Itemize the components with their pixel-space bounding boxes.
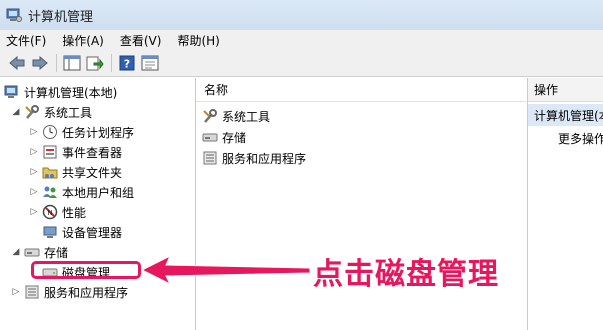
- menu-help[interactable]: 帮助(H): [177, 32, 219, 49]
- export-icon[interactable]: [84, 52, 106, 74]
- toolbar-separator: [111, 54, 112, 72]
- tree-item-event-viewer[interactable]: ▷ 事件查看器: [28, 142, 122, 162]
- collapse-triangle-icon[interactable]: ◢: [10, 247, 22, 257]
- window-title: 计算机管理: [28, 9, 94, 25]
- annotation-text: 点击磁盘管理: [313, 257, 499, 292]
- computer-management-icon: [4, 84, 20, 100]
- expand-triangle-icon[interactable]: ▷: [28, 207, 40, 217]
- actions-header-label: 操作: [534, 83, 559, 97]
- menu-view[interactable]: 查看(V): [120, 32, 162, 49]
- tree-item-shared-folders[interactable]: ▷ 共享文件夹: [28, 162, 122, 182]
- performance-icon: N: [42, 204, 58, 220]
- list-item[interactable]: 服务和应用程序: [202, 148, 306, 168]
- collapse-triangle-icon[interactable]: ◢: [10, 107, 22, 117]
- more-actions-label: 更多操作: [558, 132, 603, 146]
- list-item-label: 存储: [222, 130, 247, 145]
- storage-icon: [24, 244, 40, 260]
- properties-icon[interactable]: [139, 52, 161, 74]
- tree-label-task-scheduler: 任务计划程序: [62, 125, 135, 140]
- svg-text:N: N: [47, 209, 52, 217]
- highlight-box: [31, 261, 141, 279]
- svg-text:?: ?: [124, 58, 130, 71]
- expand-triangle-icon[interactable]: ▷: [28, 167, 40, 177]
- services-icon: [24, 284, 40, 300]
- expand-triangle-icon[interactable]: ▷: [28, 127, 40, 137]
- tree-label-event-viewer: 事件查看器: [62, 145, 123, 160]
- tree-item-system-tools[interactable]: ◢ 系统工具: [10, 102, 92, 122]
- expand-triangle-icon[interactable]: ▷: [28, 187, 40, 197]
- shared-folder-icon: [42, 164, 58, 180]
- more-actions-link[interactable]: 更多操作: [558, 130, 603, 147]
- tree-label-system-tools: 系统工具: [44, 105, 93, 120]
- tree-label-performance: 性能: [62, 205, 87, 220]
- tree-item-local-users[interactable]: ▷ 本地用户和组: [28, 182, 134, 202]
- tree-label-storage: 存储: [44, 245, 69, 260]
- tree-label-shared-folders: 共享文件夹: [62, 165, 123, 180]
- back-arrow-icon[interactable]: [6, 52, 28, 74]
- actions-pane: 操作 计算机管理(本 更多操作: [527, 78, 603, 330]
- tree-label-services-apps: 服务和应用程序: [44, 285, 129, 300]
- services-icon: [202, 150, 218, 166]
- computer-management-icon: [6, 7, 22, 23]
- menu-file[interactable]: 文件(F): [6, 32, 46, 49]
- event-viewer-icon: [42, 144, 58, 160]
- column-header-name[interactable]: 名称: [196, 78, 526, 102]
- tree-label-root: 计算机管理(本地): [24, 85, 118, 100]
- tree-label-device-manager: 设备管理器: [62, 225, 123, 240]
- tree-item-services-apps[interactable]: ▷ 服务和应用程序: [10, 282, 128, 302]
- expand-triangle-icon[interactable]: ▷: [10, 287, 22, 297]
- menu-action[interactable]: 操作(A): [62, 32, 104, 49]
- toolbar-separator: [56, 54, 57, 72]
- tree-item-performance[interactable]: ▷ N 性能: [28, 202, 86, 222]
- menu-bar: 文件(F) 操作(A) 查看(V) 帮助(H): [0, 30, 603, 50]
- users-icon: [42, 184, 58, 200]
- list-item[interactable]: 系统工具: [202, 106, 270, 126]
- tree-item-storage[interactable]: ◢ 存储: [10, 242, 68, 262]
- column-header-label: 名称: [204, 83, 229, 97]
- storage-icon: [202, 129, 218, 145]
- tools-icon: [202, 108, 218, 124]
- expand-triangle-icon[interactable]: ▷: [28, 147, 40, 157]
- clock-icon: [42, 124, 58, 140]
- actions-section-label: 计算机管理(本: [534, 108, 603, 123]
- title-bar: 计算机管理: [0, 0, 603, 30]
- forward-arrow-icon[interactable]: [29, 52, 51, 74]
- list-item[interactable]: 存储: [202, 127, 246, 147]
- show-tree-icon[interactable]: [61, 52, 83, 74]
- help-icon[interactable]: ?: [116, 52, 138, 74]
- list-item-label: 服务和应用程序: [222, 151, 307, 166]
- pointer-arrow-icon: [140, 254, 311, 286]
- tools-icon: [24, 104, 40, 120]
- tree-item-task-scheduler[interactable]: ▷ 任务计划程序: [28, 122, 134, 142]
- list-item-label: 系统工具: [222, 109, 271, 124]
- device-manager-icon: [42, 224, 58, 240]
- actions-header: 操作: [528, 78, 603, 102]
- tree-item-computer-management[interactable]: 计算机管理(本地): [4, 82, 117, 102]
- navigation-tree: 计算机管理(本地) ◢ 系统工具 ▷ 任务计划程序 ▷ 事件查看器 ▷ 共享文件…: [0, 78, 196, 330]
- tree-item-device-manager[interactable]: 设备管理器: [40, 222, 122, 242]
- toolbar: ?: [0, 50, 603, 77]
- actions-section-computer-management[interactable]: 计算机管理(本: [528, 104, 603, 126]
- tree-label-local-users: 本地用户和组: [62, 185, 135, 200]
